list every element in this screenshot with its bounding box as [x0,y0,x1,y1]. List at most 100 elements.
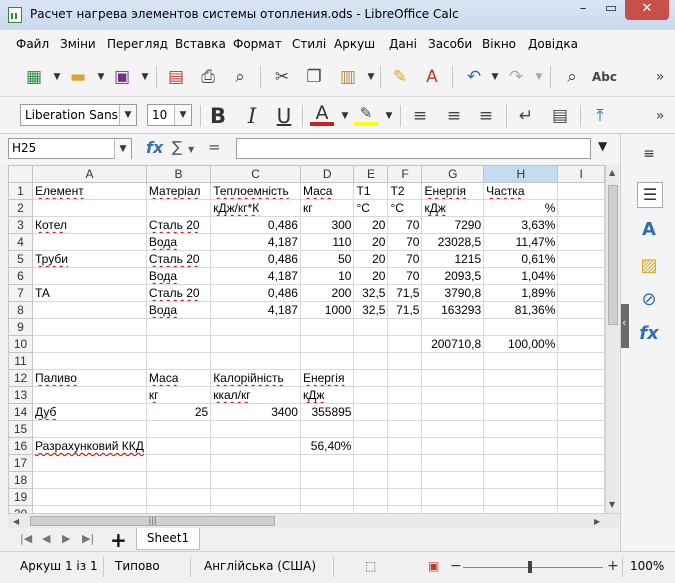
sheet-cell[interactable] [210,471,301,489]
menu-help[interactable]: Довідка [528,37,578,51]
sheet-cell[interactable]: 1215 [421,250,485,268]
sidebar-collapse-handle[interactable] [621,304,629,348]
first-sheet-icon[interactable]: |◀ [20,532,32,545]
sheet-cell[interactable]: Дуб [32,403,147,421]
sheet-cell[interactable] [145,199,212,217]
sheet-cell[interactable] [32,318,147,336]
copy-icon[interactable]: ❐ [302,66,326,88]
sheet-cell[interactable]: Маса [299,182,355,200]
font-name-dropdown-icon[interactable]: ▼ [119,105,136,125]
language[interactable]: Англійська (США) [204,559,316,573]
column-header[interactable]: G [421,165,485,183]
sheet-cell[interactable] [483,454,559,472]
row-header[interactable]: 17 [8,454,33,472]
sheet-cell[interactable]: 7290 [421,216,485,234]
sheet-cell[interactable] [557,301,605,319]
sheet-cell[interactable]: Сталь 20 [145,284,212,302]
row-header[interactable]: 2 [8,199,33,217]
sheet-cell[interactable]: 355895 [299,403,355,421]
sheet-cell[interactable] [421,352,485,370]
sheet-cell[interactable]: 70 [387,250,423,268]
sheet-cell[interactable]: 4,187 [210,267,301,285]
sheet-cell[interactable] [299,505,355,513]
sheet-cell[interactable] [387,420,423,438]
sheet-cell[interactable] [421,505,485,513]
sheet-cell[interactable] [387,386,423,404]
sheet-cell[interactable]: 3400 [210,403,301,421]
align-center-icon[interactable]: ≡ [442,105,466,127]
save-dropdown-icon[interactable]: ▼ [140,66,150,88]
sheet-cell[interactable] [32,488,147,506]
sheet-cell[interactable] [145,505,212,513]
maximize-button[interactable]: ▭ [597,0,625,20]
underline-button[interactable]: U [272,105,296,127]
font-size-dropdown-icon[interactable]: ▼ [174,105,191,125]
sheet-cell[interactable]: 25 [145,403,212,421]
row-header[interactable]: 14 [8,403,33,421]
sheet-cell[interactable]: Маса [145,369,212,387]
sheet-cell[interactable]: Паливо [32,369,147,387]
sheet-cell[interactable] [299,318,355,336]
sheet-cell[interactable] [387,352,423,370]
next-sheet-icon[interactable]: ▶ [62,532,70,545]
sheet-cell[interactable]: 56,40% [299,437,355,455]
sheet-cell[interactable] [557,233,605,251]
row-header[interactable]: 12 [8,369,33,387]
sheet-cell[interactable]: 163293 [421,301,485,319]
font-size-box[interactable]: 10 ▼ [147,104,192,126]
sheet-cell[interactable] [32,352,147,370]
sheet-cell[interactable] [353,420,389,438]
sheet-cell[interactable] [557,369,605,387]
menu-file[interactable]: Файл [16,37,49,51]
sheet-cell[interactable] [483,403,559,421]
sheet-cell[interactable] [210,352,301,370]
new-document-icon[interactable]: ▦ [22,66,46,88]
sheet-cell[interactable] [557,488,605,506]
find-replace-icon[interactable]: ⌕ [560,66,584,88]
sheet-cell[interactable] [557,454,605,472]
sheet-cell[interactable] [32,233,147,251]
sheet-cell[interactable] [145,420,212,438]
sheet-cell[interactable]: 20 [353,216,389,234]
row-header[interactable]: 7 [8,284,33,302]
row-header[interactable]: 9 [8,318,33,336]
sheet-cell[interactable] [145,352,212,370]
sheet-cell[interactable]: Частка [483,182,559,200]
row-header[interactable]: 15 [8,420,33,438]
wrap-text-icon[interactable]: ↵ [514,105,538,127]
sheet-cell[interactable] [557,437,605,455]
italic-button[interactable]: I [240,105,264,127]
sheet-cell[interactable] [353,437,389,455]
sheet-cell[interactable] [421,471,485,489]
sheet-cell[interactable] [387,335,423,353]
redo-dropdown-icon[interactable]: ▼ [534,66,544,88]
font-color-dropdown-icon[interactable]: ▼ [340,105,350,127]
sheet-cell[interactable] [557,250,605,268]
sheet-cell[interactable] [557,386,605,404]
formula-input[interactable] [236,138,591,159]
menu-sheet[interactable]: Аркуш [334,37,375,51]
undo-dropdown-icon[interactable]: ▼ [490,66,500,88]
horizontal-scroll-thumb[interactable]: ||| [30,516,275,526]
spreadsheet-grid[interactable]: A B C D E F G H I 1 Елемент Матеріал Теплое… [8,165,605,513]
zoom-slider[interactable] [463,567,603,568]
sheet-cell[interactable] [353,352,389,370]
font-color-icon[interactable]: A [310,104,334,126]
sheet-cell[interactable] [353,454,389,472]
column-header[interactable]: C [210,165,301,183]
gallery-icon[interactable]: ▨ [637,254,661,278]
sheet-cell[interactable]: Труби [32,250,147,268]
redo-icon[interactable]: ↷ [504,66,528,88]
sheet-cell[interactable]: кДж/кг*К [210,199,301,217]
sheet-cell[interactable]: Вода [145,267,212,285]
row-header[interactable]: 6 [8,267,33,285]
sheet-cell[interactable] [210,488,301,506]
sheet-cell[interactable] [353,403,389,421]
sheet-cell[interactable]: Сталь 20 [145,250,212,268]
functions-icon[interactable]: fx [637,322,661,346]
sheet-cell[interactable]: кг [299,199,355,217]
sheet-cell[interactable] [421,386,485,404]
sheet-cell[interactable] [483,505,559,513]
sheet-cell[interactable] [299,488,355,506]
sheet-cell[interactable] [145,437,212,455]
